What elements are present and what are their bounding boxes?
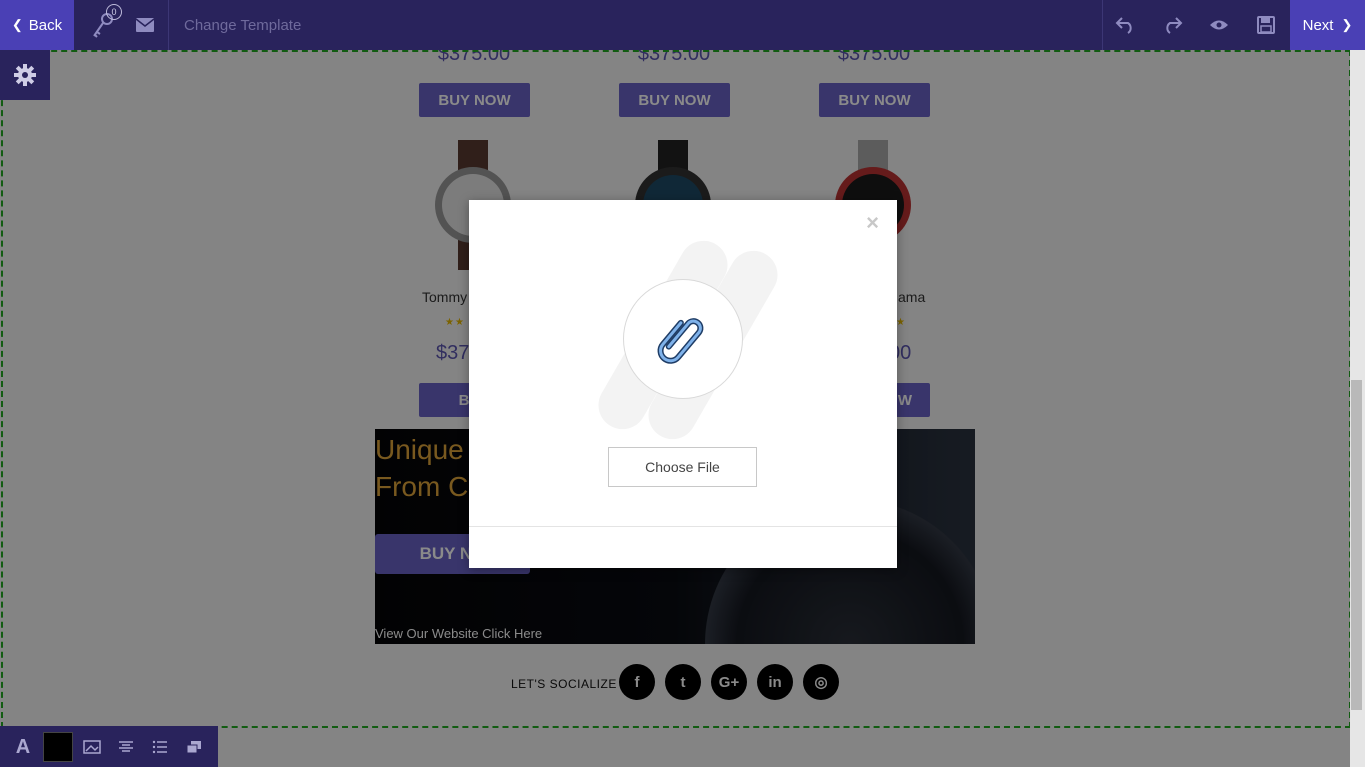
- image-icon[interactable]: [77, 732, 107, 762]
- chevron-right-icon: ❯: [1341, 17, 1353, 32]
- change-template-button[interactable]: Change Template: [168, 0, 334, 50]
- top-toolbar: ❮ Back 0 Change Template Next ❯: [0, 0, 1365, 50]
- key-button[interactable]: 0: [86, 0, 122, 50]
- chevron-left-icon: ❮: [11, 17, 23, 32]
- gear-icon: [14, 64, 36, 86]
- choose-file-button[interactable]: Choose File: [608, 447, 757, 487]
- attachment-circle: [623, 279, 743, 399]
- file-upload-modal: × Choose File: [469, 200, 897, 568]
- back-label: Back: [28, 16, 63, 34]
- align-center-icon[interactable]: [111, 732, 141, 762]
- back-button[interactable]: ❮ Back: [0, 0, 74, 50]
- duplicate-icon[interactable]: [179, 732, 209, 762]
- eye-icon: [1210, 20, 1228, 30]
- font-icon[interactable]: A: [8, 732, 38, 762]
- mail-button[interactable]: [130, 0, 160, 50]
- redo-button[interactable]: [1149, 0, 1195, 50]
- key-count-badge: 0: [106, 4, 122, 20]
- save-button[interactable]: [1243, 0, 1289, 50]
- vertical-scrollbar[interactable]: [1350, 50, 1365, 767]
- mail-icon: [136, 18, 154, 32]
- next-label: Next: [1302, 16, 1334, 34]
- text-format-toolbar: A: [0, 726, 218, 767]
- modal-footer-divider: [469, 526, 897, 527]
- undo-icon: [1115, 17, 1132, 34]
- close-icon[interactable]: ×: [866, 210, 879, 236]
- next-button[interactable]: Next ❯: [1290, 0, 1365, 50]
- preview-button[interactable]: [1196, 0, 1242, 50]
- redo-icon: [1166, 17, 1183, 34]
- settings-button[interactable]: [0, 50, 50, 100]
- color-swatch[interactable]: [43, 732, 73, 762]
- paperclip-icon: [657, 318, 704, 364]
- undo-button[interactable]: [1103, 0, 1149, 50]
- list-icon[interactable]: [145, 732, 175, 762]
- save-icon: [1257, 16, 1275, 34]
- scrollbar-thumb[interactable]: [1351, 380, 1362, 710]
